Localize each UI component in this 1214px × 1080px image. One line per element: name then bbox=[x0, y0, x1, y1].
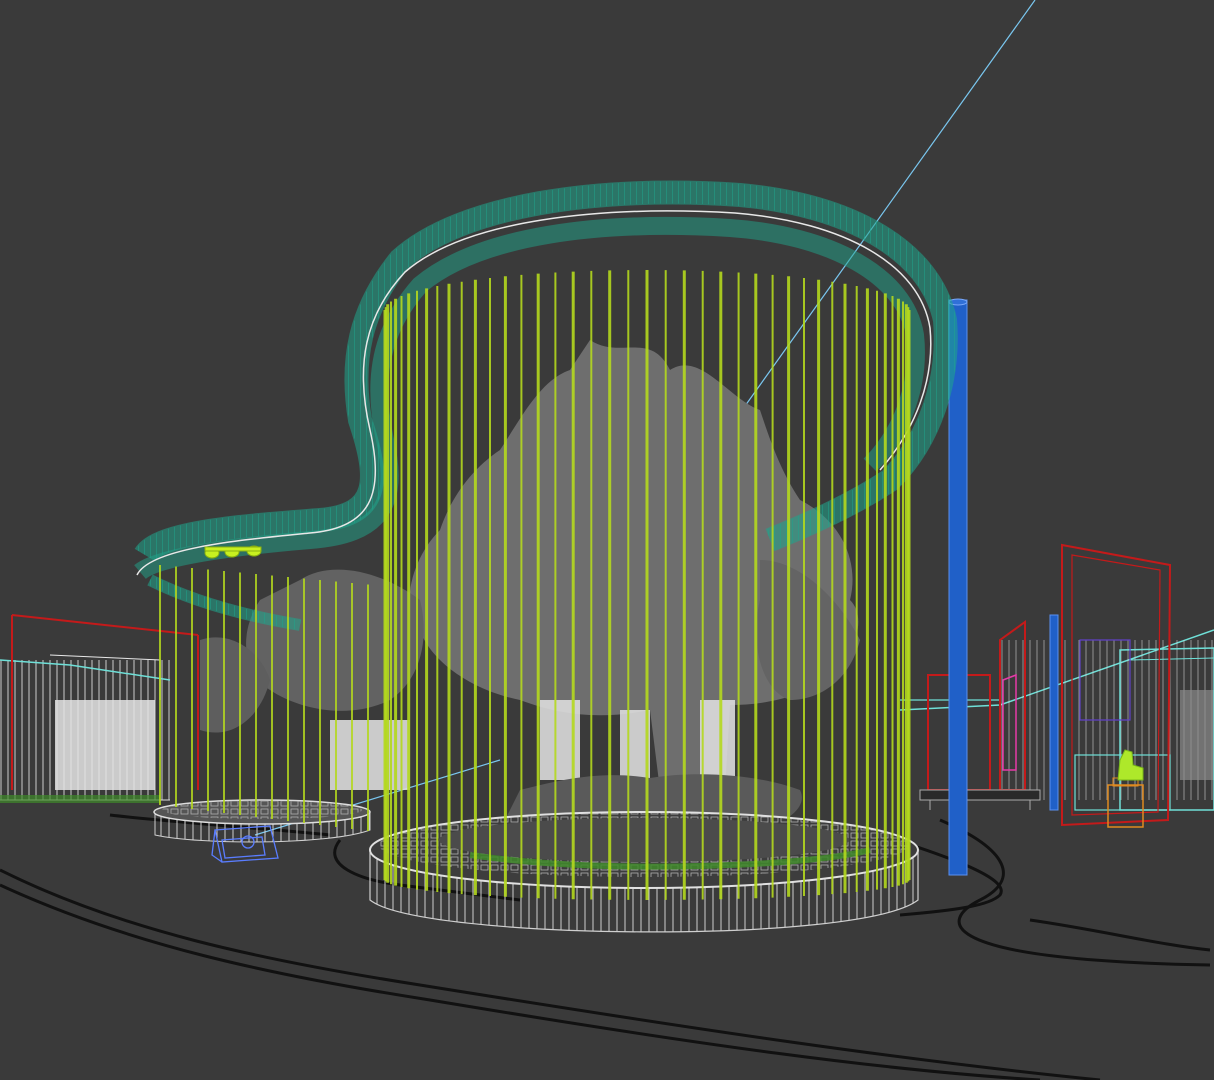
left-fence bbox=[0, 654, 171, 803]
wireframe-scene[interactable] bbox=[0, 0, 1214, 1080]
3d-viewport[interactable] bbox=[0, 0, 1214, 1080]
tree bbox=[200, 340, 860, 846]
small-planter bbox=[153, 799, 371, 843]
ceiling-lamps bbox=[204, 545, 262, 559]
main-planter bbox=[369, 811, 919, 933]
